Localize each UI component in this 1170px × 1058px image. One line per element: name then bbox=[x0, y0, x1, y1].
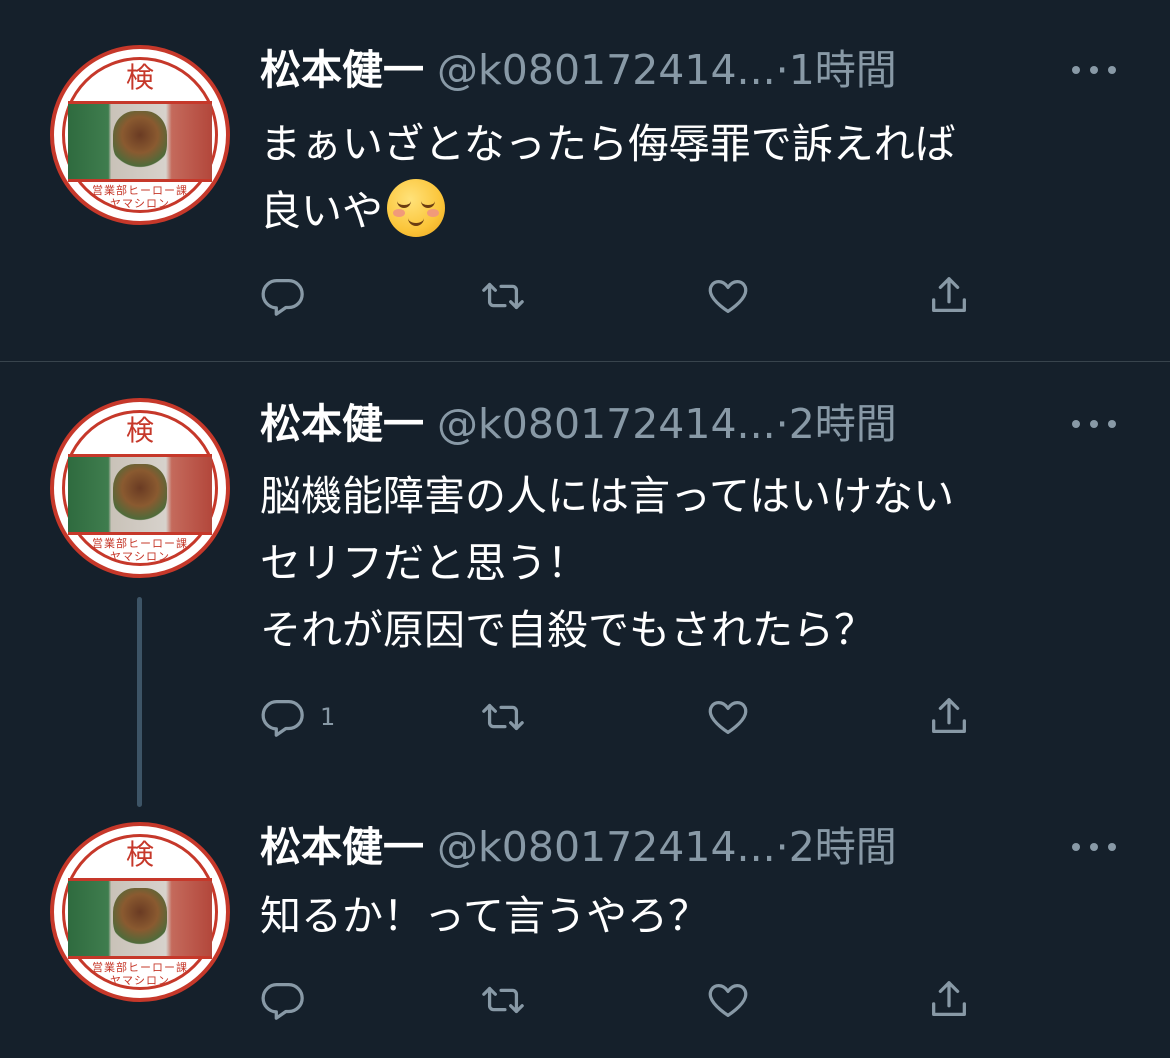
author-handle[interactable]: @k080172414... bbox=[437, 823, 776, 871]
timestamp[interactable]: 2時間 bbox=[789, 823, 897, 871]
reply-button[interactable] bbox=[260, 271, 320, 321]
avatar-caption: ヤマシロン bbox=[110, 550, 170, 563]
share-icon bbox=[932, 698, 966, 734]
reply-icon bbox=[261, 983, 304, 1020]
author-handle[interactable]: @k080172414... bbox=[437, 400, 776, 448]
retweet-icon bbox=[482, 282, 524, 310]
heart-icon bbox=[708, 983, 748, 1017]
tweet-actions bbox=[260, 271, 1000, 321]
tweet-text: 脳機能障害の人には言ってはいけない セリフだと思う！ それが原因で自殺でもされた… bbox=[260, 472, 955, 654]
like-button[interactable] bbox=[705, 692, 751, 742]
retweet-icon bbox=[482, 986, 524, 1014]
smiling-face-icon bbox=[387, 179, 445, 237]
tweet-3[interactable]: 検 営業部ヒーロー課 ヤマシロン 松本健一 @k080172414...·2時間… bbox=[0, 0, 1170, 1020]
tweet-actions bbox=[260, 975, 1000, 1025]
timestamp[interactable]: 1時間 bbox=[789, 46, 897, 94]
avatar-emblem bbox=[113, 888, 167, 948]
avatar-seal-char: 検 bbox=[125, 414, 154, 447]
avatar-caption: ヤマシロン bbox=[110, 197, 170, 210]
separator: · bbox=[775, 46, 789, 94]
avatar[interactable]: 検 営業部ヒーロー課 ヤマシロン bbox=[50, 45, 230, 225]
retweet-button[interactable] bbox=[480, 692, 526, 742]
author-name[interactable]: 松本健一 bbox=[260, 46, 424, 94]
tweet-divider bbox=[0, 361, 1170, 362]
retweet-button[interactable] bbox=[480, 271, 526, 321]
timestamp[interactable]: 2時間 bbox=[789, 400, 897, 448]
reply-icon bbox=[261, 700, 304, 737]
tweet-header: 松本健一 @k080172414...·2時間 bbox=[260, 396, 1110, 452]
like-button[interactable] bbox=[705, 975, 751, 1025]
tweet-text: 知るか！って言うやろ？ bbox=[260, 892, 709, 940]
share-button[interactable] bbox=[926, 692, 972, 742]
heart-icon bbox=[708, 279, 748, 313]
thread-connector-line bbox=[137, 597, 142, 807]
tweet-text: まぁいざとなったら侮辱罪で訴えれば 良いや bbox=[260, 120, 956, 237]
tweet-header: 松本健一 @k080172414...·2時間 bbox=[260, 819, 1110, 875]
heart-icon bbox=[708, 700, 748, 734]
tweet-actions: 1 bbox=[260, 692, 1000, 742]
share-icon bbox=[932, 277, 966, 313]
retweet-icon bbox=[482, 703, 524, 731]
like-button[interactable] bbox=[705, 271, 751, 321]
share-icon bbox=[932, 981, 966, 1017]
avatar-emblem bbox=[113, 464, 167, 524]
more-options-icon[interactable] bbox=[1072, 60, 1116, 80]
avatar-seal-char: 検 bbox=[125, 838, 154, 871]
reply-icon bbox=[261, 279, 304, 316]
author-name[interactable]: 松本健一 bbox=[260, 823, 424, 871]
avatar-seal-char: 検 bbox=[125, 61, 154, 94]
more-options-icon[interactable] bbox=[1072, 837, 1116, 857]
avatar[interactable]: 検 営業部ヒーロー課 ヤマシロン bbox=[50, 398, 230, 578]
avatar-caption: 営業部ヒーロー課 bbox=[92, 184, 188, 197]
retweet-button[interactable] bbox=[480, 975, 526, 1025]
share-button[interactable] bbox=[926, 271, 972, 321]
share-button[interactable] bbox=[926, 975, 972, 1025]
tweet-1[interactable]: 検 営業部ヒーロー課 ヤマシロン 松本健一 @k080172414...·1時間… bbox=[0, 0, 1170, 361]
separator: · bbox=[775, 400, 789, 448]
avatar-caption: ヤマシロン bbox=[110, 974, 170, 987]
reply-button[interactable] bbox=[260, 975, 320, 1025]
avatar-caption: 営業部ヒーロー課 bbox=[92, 961, 188, 974]
author-name[interactable]: 松本健一 bbox=[260, 400, 424, 448]
avatar[interactable]: 検 営業部ヒーロー課 ヤマシロン bbox=[50, 822, 230, 1002]
avatar-emblem bbox=[113, 111, 167, 171]
reply-button[interactable]: 1 bbox=[260, 692, 335, 742]
tweet-header: 松本健一 @k080172414...·1時間 bbox=[260, 42, 1110, 98]
reply-count: 1 bbox=[320, 703, 336, 731]
more-options-icon[interactable] bbox=[1072, 414, 1116, 434]
avatar-caption: 営業部ヒーロー課 bbox=[92, 537, 188, 550]
separator: · bbox=[775, 823, 789, 871]
author-handle[interactable]: @k080172414... bbox=[437, 46, 776, 94]
